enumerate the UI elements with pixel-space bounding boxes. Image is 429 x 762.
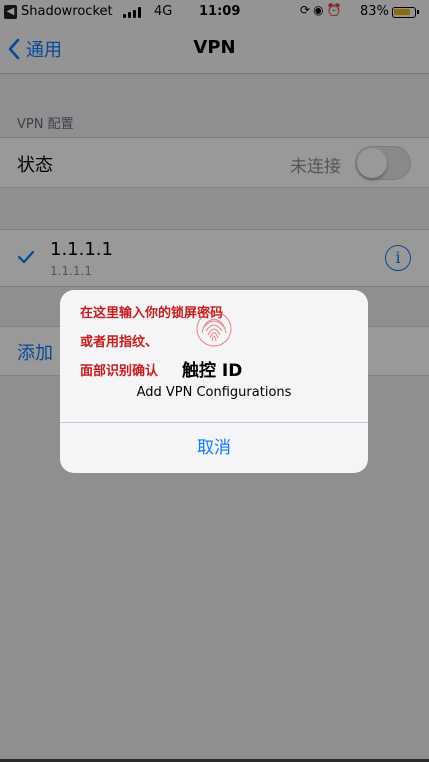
annotation-line-2: 或者用指纹、 [80, 335, 159, 350]
alert-message: Add VPN Configurations [136, 385, 292, 400]
alert-title: 触控 ID [182, 361, 243, 381]
annotation-line-3: 面部识别确认 [80, 364, 159, 379]
cancel-button[interactable]: 取消 [60, 423, 368, 473]
fingerprint-icon [196, 311, 232, 347]
touch-id-alert: 在这里输入你的锁屏密码 或者用指纹、 面部识别确认 触控 ID Add VPN … [60, 290, 368, 473]
